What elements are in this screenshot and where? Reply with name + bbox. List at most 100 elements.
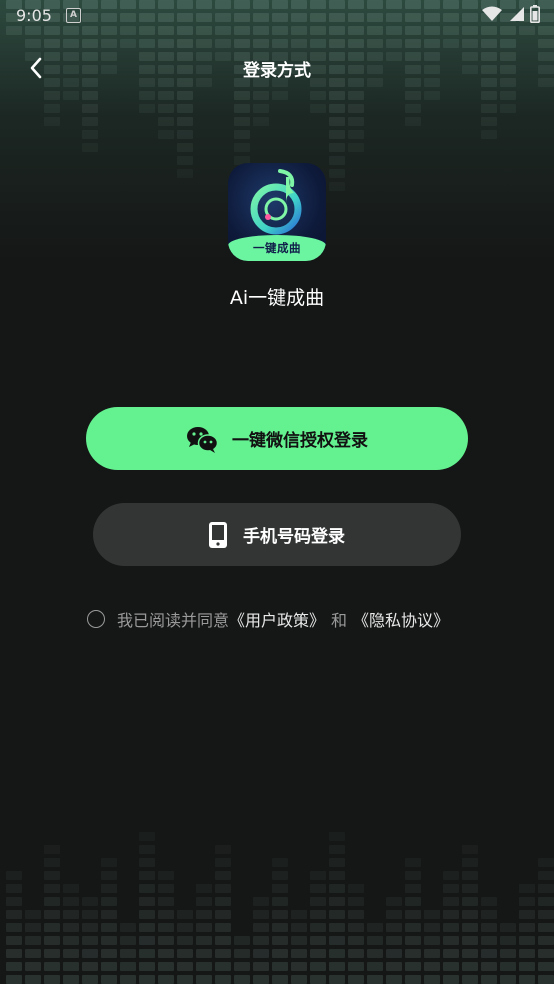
equalizer-cell xyxy=(348,949,364,958)
equalizer-cell xyxy=(272,949,288,958)
equalizer-bar xyxy=(443,824,459,984)
equalizer-cell xyxy=(329,962,345,971)
phone-login-button[interactable]: 手机号码登录 xyxy=(93,503,461,566)
equalizer-cell xyxy=(329,910,345,919)
equalizer-bar xyxy=(462,824,478,984)
equalizer-bar xyxy=(25,0,41,200)
equalizer-cell xyxy=(215,39,231,48)
wifi-icon xyxy=(482,6,502,21)
equalizer-cell xyxy=(44,39,60,48)
equalizer-cell xyxy=(443,39,459,48)
equalizer-cell xyxy=(519,936,535,945)
equalizer-cell xyxy=(329,949,345,958)
equalizer-cell xyxy=(234,962,250,971)
equalizer-cell xyxy=(177,169,193,178)
agreement-prefix: 我已阅读并同意 xyxy=(117,611,230,630)
equalizer-cell xyxy=(462,962,478,971)
equalizer-bar xyxy=(139,0,155,200)
equalizer-cell xyxy=(253,975,269,984)
equalizer-cell xyxy=(443,897,459,906)
equalizer-bar xyxy=(196,0,212,200)
equalizer-cell xyxy=(348,91,364,100)
equalizer-cell xyxy=(44,975,60,984)
equalizer-cell xyxy=(424,936,440,945)
equalizer-cell xyxy=(519,910,535,919)
equalizer-cell xyxy=(196,936,212,945)
equalizer-cell xyxy=(348,936,364,945)
equalizer-cell xyxy=(215,949,231,958)
equalizer-cell xyxy=(158,117,174,126)
equalizer-cell xyxy=(82,975,98,984)
equalizer-cell xyxy=(6,936,22,945)
equalizer-cell xyxy=(367,975,383,984)
equalizer-cell xyxy=(462,923,478,932)
equalizer-cell xyxy=(44,845,60,854)
equalizer-cell xyxy=(101,897,117,906)
equalizer-cell xyxy=(253,910,269,919)
user-policy-link[interactable]: 《用户政策》 xyxy=(229,607,325,631)
equalizer-cell xyxy=(177,936,193,945)
equalizer-cell xyxy=(481,91,497,100)
equalizer-cell xyxy=(481,936,497,945)
equalizer-cell xyxy=(6,923,22,932)
equalizer-cell xyxy=(405,962,421,971)
equalizer-cell xyxy=(177,91,193,100)
equalizer-bar xyxy=(500,0,516,200)
equalizer-cell xyxy=(139,845,155,854)
equalizer-cell xyxy=(234,39,250,48)
equalizer-cell xyxy=(405,949,421,958)
equalizer-bar xyxy=(158,0,174,200)
equalizer-cell xyxy=(386,897,402,906)
equalizer-cell xyxy=(310,39,326,48)
equalizer-cell xyxy=(63,923,79,932)
equalizer-bar xyxy=(253,824,269,984)
equalizer-bar xyxy=(443,0,459,200)
equalizer-cell xyxy=(500,104,516,113)
app-logo-text: 一键成曲 xyxy=(253,241,301,255)
equalizer-cell xyxy=(158,871,174,880)
equalizer-cell xyxy=(82,962,98,971)
equalizer-cell xyxy=(177,923,193,932)
equalizer-cell xyxy=(291,975,307,984)
equalizer-cell xyxy=(63,910,79,919)
equalizer-cell xyxy=(367,962,383,971)
equalizer-bar xyxy=(196,824,212,984)
equalizer-cell xyxy=(310,962,326,971)
equalizer-cell xyxy=(405,104,421,113)
equalizer-cell xyxy=(25,39,41,48)
equalizer-cell xyxy=(462,884,478,893)
equalizer-cell xyxy=(215,897,231,906)
equalizer-bar xyxy=(424,0,440,200)
equalizer-cell xyxy=(348,884,364,893)
equalizer-cell xyxy=(386,949,402,958)
equalizer-cell xyxy=(25,910,41,919)
equalizer-cell xyxy=(405,117,421,126)
equalizer-cell xyxy=(348,117,364,126)
wechat-login-button[interactable]: 一键微信授权登录 xyxy=(86,407,468,470)
equalizer-bar xyxy=(519,824,535,984)
equalizer-cell xyxy=(120,936,136,945)
phone-login-label: 手机号码登录 xyxy=(243,527,345,547)
equalizer-bar xyxy=(6,824,22,984)
equalizer-cell xyxy=(139,910,155,919)
signal-icon xyxy=(510,7,524,21)
equalizer-bar xyxy=(101,0,117,200)
agreement-radio[interactable] xyxy=(87,610,105,628)
equalizer-bar xyxy=(177,824,193,984)
equalizer-cell xyxy=(196,39,212,48)
wechat-login-label: 一键微信授权登录 xyxy=(232,431,368,451)
equalizer-cell xyxy=(348,39,364,48)
equalizer-cell xyxy=(158,104,174,113)
equalizer-cell xyxy=(348,897,364,906)
app-name: Ai一键成曲 xyxy=(229,287,325,309)
privacy-policy-link[interactable]: 《隐私协议》 xyxy=(353,607,449,631)
equalizer-cell xyxy=(234,91,250,100)
equalizer-cell xyxy=(443,975,459,984)
equalizer-cell xyxy=(538,975,554,984)
equalizer-cell xyxy=(158,91,174,100)
equalizer-cell xyxy=(386,39,402,48)
equalizer-cell xyxy=(424,39,440,48)
equalizer-cell xyxy=(101,936,117,945)
equalizer-cell xyxy=(462,975,478,984)
equalizer-cell xyxy=(120,962,136,971)
